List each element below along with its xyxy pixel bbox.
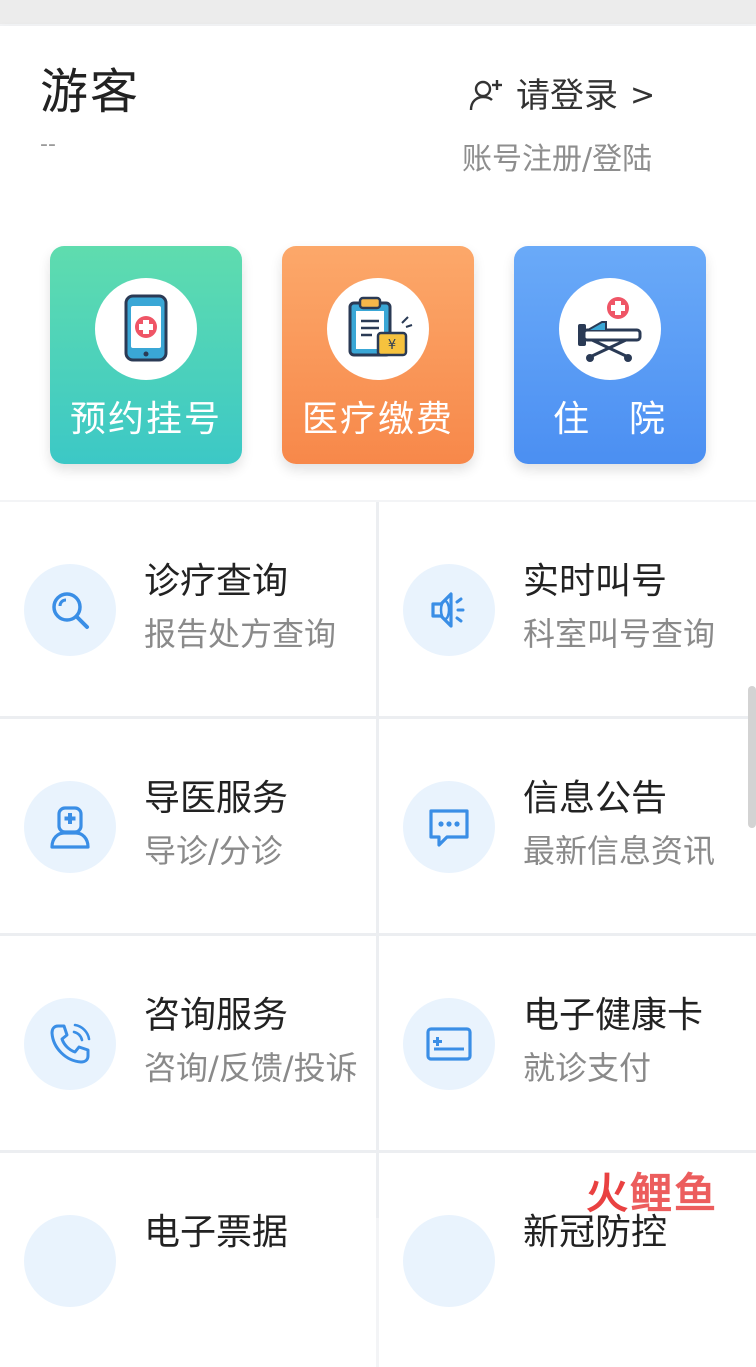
appointment-label: 预约挂号: [69, 399, 222, 440]
hospital-bed-icon: [559, 278, 661, 380]
chevron-right-icon: >: [630, 78, 656, 113]
service-title: 电子票据: [144, 1212, 289, 1253]
shield-icon: [403, 1215, 495, 1307]
doctor-icon: [24, 781, 116, 873]
phone-icon: [24, 998, 116, 1090]
status-bar: [0, 0, 756, 24]
payment-tile[interactable]: ¥ 医疗缴费: [282, 246, 474, 464]
hospitalization-tile[interactable]: 住 院: [514, 246, 706, 464]
payment-label: 医疗缴费: [301, 399, 454, 440]
user-card: 游客 -- 请登录 > 账号注册/登陆: [0, 26, 756, 214]
service-subtitle: 就诊支付: [523, 1049, 652, 1087]
add-user-icon: [468, 77, 506, 115]
phone-medical-icon: [95, 278, 197, 380]
card-icon: [403, 998, 495, 1090]
receipt-icon: [24, 1215, 116, 1307]
login-button[interactable]: 请登录 >: [468, 74, 655, 118]
watermark-part: 鲤鱼: [630, 1169, 719, 1218]
service-subtitle: 科室叫号查询: [523, 615, 716, 653]
scrollbar[interactable]: [748, 686, 756, 828]
speaker-icon: [403, 564, 495, 656]
service-consult[interactable]: 咨询服务 咨询/反馈/投诉: [0, 936, 376, 1150]
service-title: 咨询服务: [144, 995, 289, 1036]
hospitalization-label: 住 院: [552, 399, 667, 440]
login-label: 请登录: [516, 76, 618, 116]
watermark: 火鲤鱼: [586, 1170, 718, 1218]
svg-text:¥: ¥: [388, 338, 396, 353]
clipboard-payment-icon: ¥: [327, 278, 429, 380]
service-subtitle: 最新信息资讯: [523, 832, 716, 870]
service-query[interactable]: 诊疗查询 报告处方查询: [0, 502, 376, 716]
service-title: 信息公告: [523, 778, 668, 819]
quick-actions: 预约挂号 ¥ 医疗缴费 住 院: [0, 214, 756, 500]
appointment-tile[interactable]: 预约挂号: [50, 246, 242, 464]
service-notice[interactable]: 信息公告 最新信息资讯: [379, 719, 756, 933]
service-title: 电子健康卡: [523, 995, 704, 1036]
service-guide[interactable]: 导医服务 导诊/分诊: [0, 719, 376, 933]
service-health-card[interactable]: 电子健康卡 就诊支付: [379, 936, 756, 1150]
user-subtitle: --: [40, 132, 56, 157]
service-e-receipt[interactable]: 电子票据: [0, 1153, 376, 1367]
service-subtitle: 咨询/反馈/投诉: [144, 1049, 358, 1087]
message-icon: [403, 781, 495, 873]
service-queue-call[interactable]: 实时叫号 科室叫号查询: [379, 502, 756, 716]
service-title: 实时叫号: [523, 561, 668, 602]
service-subtitle: 导诊/分诊: [144, 832, 283, 870]
service-title: 导医服务: [144, 778, 289, 819]
user-name: 游客: [40, 64, 141, 120]
service-grid: 诊疗查询 报告处方查询 实时叫号 科室叫号查询 导医服务 导诊/分诊 信息公告 …: [0, 502, 756, 1367]
search-icon: [24, 564, 116, 656]
service-subtitle: 报告处方查询: [144, 615, 337, 653]
service-title: 诊疗查询: [144, 561, 289, 602]
watermark-part: 火: [586, 1169, 631, 1218]
register-login-link[interactable]: 账号注册/登陆: [462, 140, 652, 180]
